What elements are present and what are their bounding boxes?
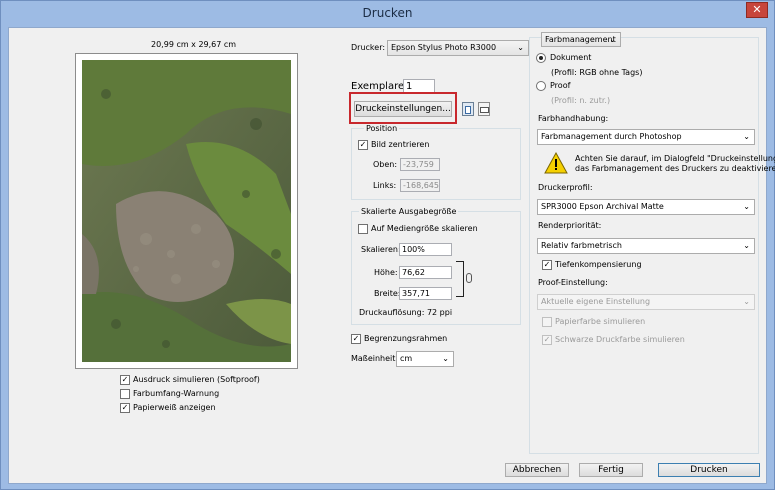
center-image-label: Bild zentrieren: [371, 140, 430, 149]
softproof-checkbox[interactable]: ✓: [120, 375, 130, 385]
height-label: Höhe:: [374, 268, 398, 277]
proof-label: Proof: [550, 81, 571, 90]
resolution-label: Druckauflösung: 72 ppi: [359, 308, 453, 317]
window-title: Drucken: [362, 6, 413, 20]
rendering-intent-label: Renderpriorität:: [538, 221, 602, 230]
document-profile: (Profil: RGB ohne Tags): [551, 68, 643, 77]
scaled-output-title: Skalierte Ausgabegröße: [359, 207, 459, 216]
chevron-down-icon: ⌄: [609, 35, 616, 44]
fit-media-checkbox[interactable]: [358, 224, 368, 234]
rendering-intent-value: Relativ farbmetrisch: [541, 241, 622, 250]
simulate-paper-color-checkbox[interactable]: [542, 317, 552, 327]
black-point-compensation-checkbox[interactable]: ✓: [542, 260, 552, 270]
width-input[interactable]: 357,71: [399, 287, 452, 300]
chevron-down-icon: ⌄: [517, 43, 524, 52]
color-management-value: Farbmanagement: [545, 35, 616, 44]
black-point-compensation-label: Tiefenkompensierung: [555, 260, 642, 269]
gamut-warning-checkbox[interactable]: [120, 389, 130, 399]
paper-white-label: Papierweiß anzeigen: [133, 403, 216, 412]
softproof-label: Ausdruck simulieren (Softproof): [133, 375, 260, 384]
proof-setup-label: Proof-Einstellung:: [538, 278, 608, 287]
proof-profile: (Profil: n. zutr.): [551, 96, 611, 105]
proof-radio[interactable]: [536, 81, 546, 91]
color-handling-value: Farbmanagement durch Photoshop: [541, 132, 682, 141]
warning-line-2: das Farbmanagement des Druckers zu deakt…: [575, 164, 775, 173]
printer-profile-value: SPR3000 Epson Archival Matte: [541, 202, 664, 211]
top-input[interactable]: -23,759: [400, 158, 440, 171]
rendering-intent-select[interactable]: Relativ farbmetrisch ⌄: [537, 238, 755, 254]
chevron-down-icon: ⌄: [743, 241, 750, 250]
center-image-checkbox[interactable]: ✓: [358, 140, 368, 150]
warning-icon: [544, 152, 568, 174]
document-label: Dokument: [550, 53, 592, 62]
units-value: cm: [400, 354, 413, 363]
chain-link-icon[interactable]: [466, 273, 472, 283]
chevron-down-icon: ⌄: [743, 297, 750, 306]
width-label: Breite:: [374, 289, 401, 298]
copies-label: Exemplare:: [351, 81, 408, 92]
paper-white-checkbox[interactable]: ✓: [120, 403, 130, 413]
print-settings-button[interactable]: Druckeinstellungen...: [354, 101, 452, 117]
printer-select[interactable]: Epson Stylus Photo R3000 ⌄: [387, 40, 529, 56]
title-bar[interactable]: Drucken ✕: [1, 1, 774, 27]
document-radio[interactable]: [536, 53, 546, 63]
close-button[interactable]: ✕: [746, 2, 768, 18]
gamut-warning-label: Farbumfang-Warnung: [133, 389, 220, 398]
cancel-button[interactable]: Abbrechen: [505, 463, 569, 477]
link-bracket: [456, 261, 464, 297]
scale-label: Skalieren:: [361, 245, 401, 254]
preview-image: [82, 60, 291, 362]
proof-setup-value: Aktuelle eigene Einstellung: [541, 297, 651, 306]
chevron-down-icon: ⌄: [743, 132, 750, 141]
fit-media-label: Auf Mediengröße skalieren: [371, 224, 478, 233]
portrait-orientation-icon[interactable]: [462, 102, 474, 116]
simulate-paper-color-label: Papierfarbe simulieren: [555, 317, 646, 326]
print-button[interactable]: Drucken: [658, 463, 760, 477]
scale-input[interactable]: 100%: [399, 243, 452, 256]
units-label: Maßeinheit:: [351, 354, 399, 363]
paper-size-label: 20,99 cm x 29,67 cm: [151, 40, 237, 49]
print-dialog-window: Drucken ✕ 20,99 cm x 29,67 cm ✓ Ausdruck…: [0, 0, 775, 490]
chevron-down-icon: ⌄: [743, 202, 750, 211]
color-handling-label: Farbhandhabung:: [538, 114, 609, 123]
printer-value: Epson Stylus Photo R3000: [391, 43, 497, 52]
printer-profile-select[interactable]: SPR3000 Epson Archival Matte ⌄: [537, 199, 755, 215]
bounding-box-label: Begrenzungsrahmen: [364, 334, 448, 343]
print-preview[interactable]: [75, 53, 298, 369]
warning-line-1: Achten Sie darauf, im Dialogfeld "Drucke…: [575, 154, 775, 163]
simulate-black-ink-label: Schwarze Druckfarbe simulieren: [555, 335, 685, 344]
done-button[interactable]: Fertig: [579, 463, 643, 477]
top-label: Oben:: [373, 160, 398, 169]
left-input[interactable]: -168,645: [400, 179, 440, 192]
bounding-box-checkbox[interactable]: ✓: [351, 334, 361, 344]
units-select[interactable]: cm ⌄: [396, 351, 454, 367]
simulate-black-ink-checkbox[interactable]: ✓: [542, 335, 552, 345]
proof-setup-select[interactable]: Aktuelle eigene Einstellung ⌄: [537, 294, 755, 310]
landscape-orientation-icon[interactable]: [478, 102, 490, 116]
color-management-select[interactable]: Farbmanagement ⌄: [541, 32, 621, 47]
chevron-down-icon: ⌄: [442, 354, 449, 363]
position-title: Position: [364, 124, 400, 133]
height-input[interactable]: 76,62: [399, 266, 452, 279]
left-label: Links:: [373, 181, 397, 190]
printer-label: Drucker:: [351, 43, 386, 52]
dialog-client-area: 20,99 cm x 29,67 cm ✓ Ausdruck simuliere…: [8, 27, 775, 484]
color-handling-select[interactable]: Farbmanagement durch Photoshop ⌄: [537, 129, 755, 145]
printer-profile-label: Druckerprofil:: [538, 183, 593, 192]
